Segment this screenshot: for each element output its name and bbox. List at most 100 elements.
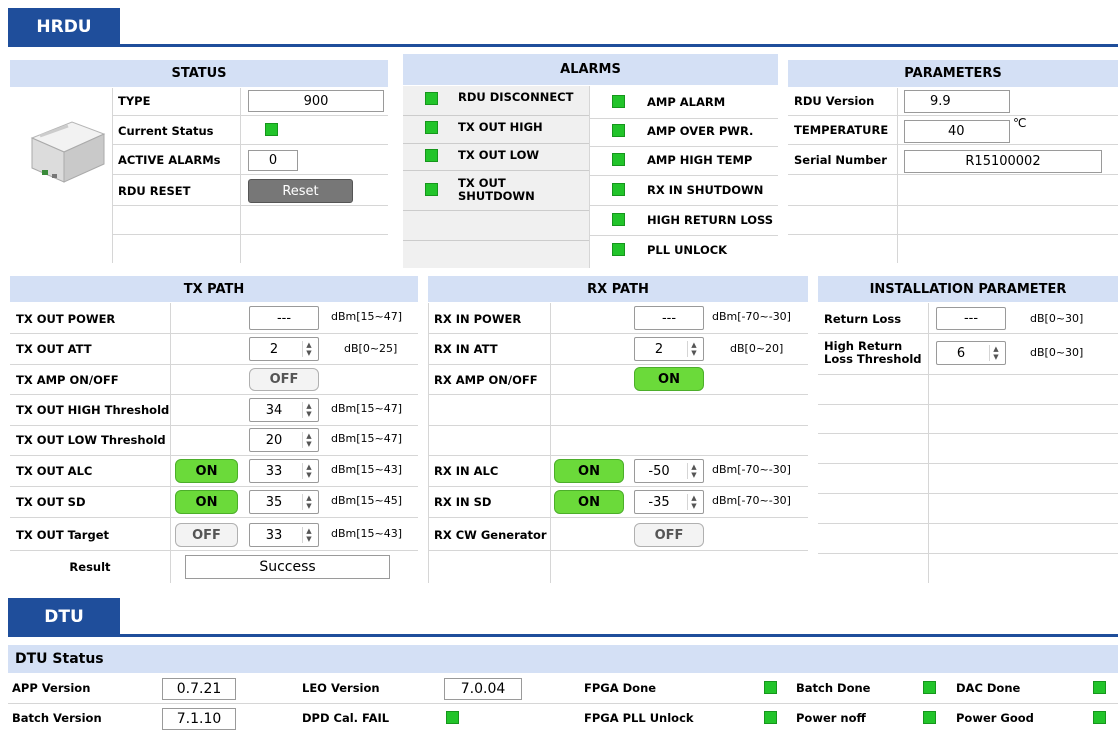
tx-out-high-threshold-label: TX OUT HIGH Threshold (16, 402, 170, 417)
rx-in-shutdown-led (612, 183, 625, 196)
tx-out-att-unit: dB[0~25] (344, 341, 398, 355)
hrdu-section-tab: HRDU (8, 8, 120, 46)
rx-cw-generator-label: RX CW Generator (434, 527, 547, 542)
stepper-arrows-icon[interactable]: ▲ ▼ (687, 341, 700, 357)
tx-out-power-label: TX OUT POWER (16, 311, 116, 326)
dpd-cal-fail-led (446, 711, 459, 724)
tx-out-alc-toggle[interactable]: ON (175, 459, 238, 483)
installation-parameter-header: INSTALLATION PARAMETER (818, 276, 1118, 302)
tx-out-low-threshold-stepper[interactable]: 20 ▲ ▼ (249, 428, 319, 452)
stepper-arrows-icon[interactable]: ▲ ▼ (302, 341, 315, 357)
alarm-rx-in-shutdown: RX IN SHUTDOWN (647, 182, 764, 197)
stepper-arrows-icon[interactable]: ▲ ▼ (302, 463, 315, 479)
tx-out-sd-unit: dBm[15~45] (331, 493, 403, 507)
tx-amp-label: TX AMP ON/OFF (16, 372, 119, 387)
rx-amp-label: RX AMP ON/OFF (434, 372, 538, 387)
tx-out-target-stepper[interactable]: 33 ▲ ▼ (249, 523, 319, 547)
tx-out-sd-value: 35 (265, 494, 283, 510)
alarm-amp-alarm: AMP ALARM (647, 94, 726, 109)
alarm-high-return-loss: HIGH RETURN LOSS (647, 212, 774, 227)
type-value: 900 (248, 90, 384, 112)
rx-in-sd-toggle[interactable]: ON (554, 490, 624, 514)
rx-in-sd-value: -35 (648, 494, 670, 510)
app-version-value: 0.7.21 (162, 678, 236, 700)
alarm-pll-unlock: PLL UNLOCK (647, 242, 728, 257)
rdu-version-label: RDU Version (794, 93, 875, 108)
serial-number-value: R15100002 (904, 150, 1102, 173)
stepper-arrows-icon[interactable]: ▲ ▼ (989, 345, 1002, 361)
rx-in-sd-unit: dBm[-70~-30] (712, 493, 791, 507)
stepper-arrows-icon[interactable]: ▲ ▼ (302, 402, 315, 418)
tx-out-high-threshold-unit: dBm[15~47] (331, 401, 403, 415)
current-status-led (265, 123, 278, 136)
rx-in-sd-label: RX IN SD (434, 494, 492, 509)
amp-over-pwr-led (612, 124, 625, 137)
dpd-cal-fail-label: DPD Cal. FAIL (302, 710, 390, 725)
rx-cw-generator-toggle[interactable]: OFF (634, 523, 704, 547)
tx-out-sd-toggle[interactable]: ON (175, 490, 238, 514)
return-loss-label: Return Loss (824, 311, 902, 326)
dtu-status-header: DTU Status (8, 645, 1118, 673)
reset-button[interactable]: Reset (248, 179, 353, 203)
high-return-loss-threshold-label: High Return Loss Threshold (824, 339, 922, 366)
tx-out-alc-stepper[interactable]: 33 ▲ ▼ (249, 459, 319, 483)
dac-done-label: DAC Done (956, 680, 1021, 695)
fpga-done-label: FPGA Done (584, 680, 657, 695)
fpga-done-led (764, 681, 777, 694)
stepper-arrows-icon[interactable]: ▲ ▼ (302, 527, 315, 543)
active-alarms-value: 0 (248, 150, 298, 171)
high-return-loss-threshold-unit: dB[0~30] (1030, 345, 1084, 359)
rx-in-att-unit: dB[0~20] (730, 341, 784, 355)
rx-in-alc-toggle[interactable]: ON (554, 459, 624, 483)
rdu-version-value: 9.9 (904, 90, 1010, 113)
tx-out-alc-unit: dBm[15~43] (331, 462, 403, 476)
tx-out-target-value: 33 (265, 527, 283, 543)
stepper-arrows-icon[interactable]: ▲ ▼ (687, 463, 700, 479)
rx-in-sd-stepper[interactable]: -35 ▲ ▼ (634, 490, 704, 514)
serial-number-label: Serial Number (794, 152, 887, 167)
batch-done-led (923, 681, 936, 694)
stepper-arrows-icon[interactable]: ▲ ▼ (302, 494, 315, 510)
high-return-loss-led (612, 213, 625, 226)
rx-in-alc-label: RX IN ALC (434, 463, 499, 478)
alarm-rdu-disconnect: RDU DISCONNECT (458, 89, 574, 104)
rx-in-power-value: --- (634, 306, 704, 330)
tx-path-header: TX PATH (10, 276, 418, 302)
tx-out-low-led (425, 149, 438, 162)
result-value: Success (185, 555, 390, 579)
tx-out-high-threshold-stepper[interactable]: 34 ▲ ▼ (249, 398, 319, 422)
high-return-loss-threshold-stepper[interactable]: 6 ▲ ▼ (936, 341, 1006, 365)
batch-version-value: 7.1.10 (162, 708, 236, 730)
rx-path-header: RX PATH (428, 276, 808, 302)
tx-out-target-toggle[interactable]: OFF (175, 523, 238, 547)
temperature-value: 40 (904, 120, 1010, 143)
batch-done-label: Batch Done (796, 680, 871, 695)
alarms-header: ALARMS (403, 54, 778, 85)
device-image (28, 108, 106, 186)
high-return-loss-threshold-value: 6 (956, 345, 966, 361)
rx-in-alc-stepper[interactable]: -50 ▲ ▼ (634, 459, 704, 483)
fpga-pll-unlock-label: FPGA PLL Unlock (584, 710, 694, 725)
temperature-label: TEMPERATURE (794, 122, 889, 137)
tx-amp-toggle[interactable]: OFF (249, 368, 319, 391)
rdu-disconnect-led (425, 92, 438, 105)
stepper-arrows-icon[interactable]: ▲ ▼ (302, 432, 315, 448)
rx-amp-toggle[interactable]: ON (634, 367, 704, 391)
tx-out-att-stepper[interactable]: 2 ▲ ▼ (249, 337, 319, 361)
rx-in-alc-value: -50 (648, 463, 670, 479)
fpga-pll-unlock-led (764, 711, 777, 724)
type-label: TYPE (118, 93, 151, 108)
return-loss-value: --- (936, 307, 1006, 330)
stepper-arrows-icon[interactable]: ▲ ▼ (687, 494, 700, 510)
power-good-led (1093, 711, 1106, 724)
power-good-label: Power Good (956, 710, 1034, 725)
tx-out-sd-stepper[interactable]: 35 ▲ ▼ (249, 490, 319, 514)
leo-version-value: 7.0.04 (444, 678, 522, 700)
rx-in-power-unit: dBm[-70~-30] (712, 309, 791, 323)
power-noff-label: Power noff (796, 710, 866, 725)
rx-in-att-stepper[interactable]: 2 ▲ ▼ (634, 337, 704, 361)
tx-out-high-threshold-value: 34 (265, 402, 283, 418)
tx-out-alc-value: 33 (265, 463, 283, 479)
tx-out-low-threshold-value: 20 (265, 432, 283, 448)
hrdu-section-line (8, 44, 1118, 47)
